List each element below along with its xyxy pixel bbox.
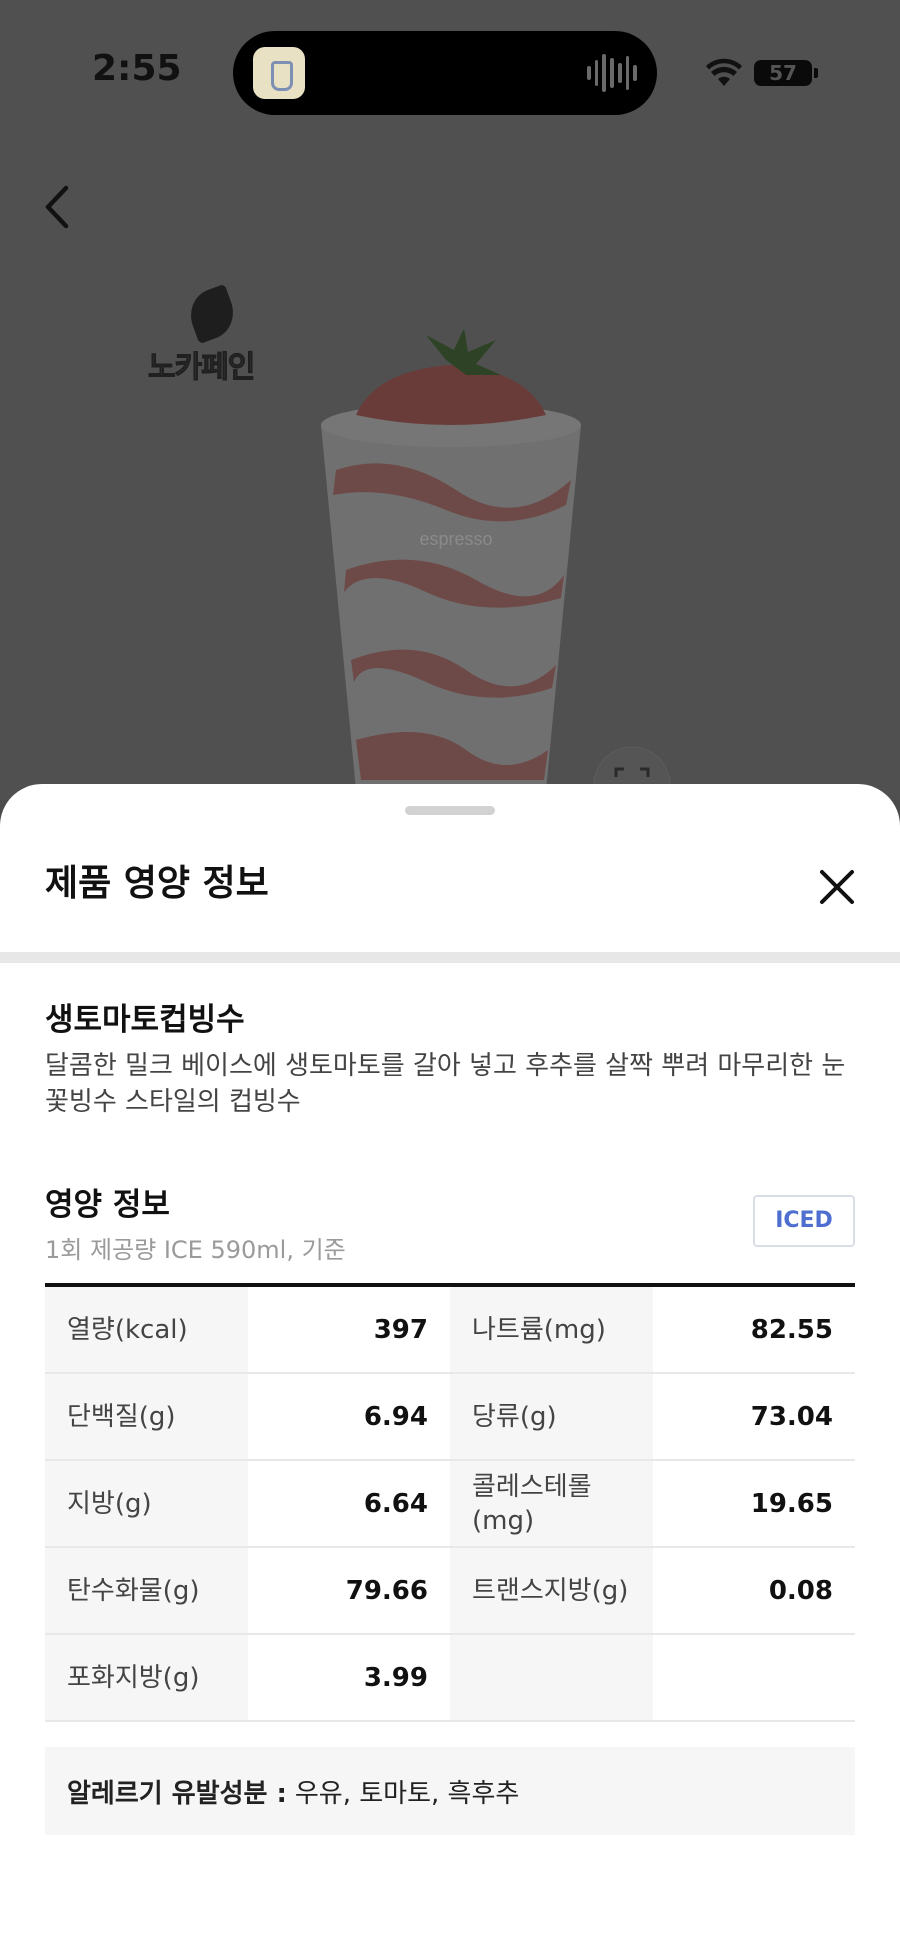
nutrient-value: 82.55 (653, 1287, 855, 1372)
brand-leaf-icon (183, 283, 241, 345)
table-row: 단백질(g) 6.94 당류(g) 73.04 (45, 1374, 855, 1461)
nutrient-label: 포화지방(g) (45, 1635, 248, 1720)
battery-icon: 57 (754, 60, 812, 86)
nutrient-label: 탄수화물(g) (45, 1548, 248, 1633)
nutrient-label: 나트륨(mg) (450, 1287, 653, 1372)
product-description: 달콤한 밀크 베이스에 생토마토를 갈아 넣고 후추를 살짝 뿌려 마무리한 눈… (45, 1051, 846, 1117)
nutrient-value: 6.94 (248, 1374, 450, 1459)
nutrient-value: 397 (248, 1287, 450, 1372)
back-icon[interactable] (38, 182, 78, 232)
sheet-grabber[interactable] (405, 806, 495, 815)
brand-logo: 노카페인 (147, 283, 278, 390)
audio-wave-icon (587, 53, 638, 93)
nutrition-bottom-sheet: 제품 영양 정보 생토마토컵빙수 달콤한 밀크 베이스에 생토마토를 갈아 넣고… (0, 784, 900, 1957)
nutrient-label (450, 1635, 653, 1720)
nutrient-value: 73.04 (653, 1374, 855, 1459)
battery-cap (814, 68, 818, 78)
nutrient-label: 열량(kcal) (45, 1287, 248, 1372)
island-app-icon (253, 47, 305, 99)
nutrient-label: 콜레스테롤(mg) (450, 1461, 653, 1546)
nutrient-value: 79.66 (248, 1548, 450, 1633)
nutrition-title: 영양 정보 (45, 1187, 170, 1223)
nutrient-value: 0.08 (653, 1548, 855, 1633)
product-image: espresso (321, 330, 581, 790)
nutrient-label: 당류(g) (450, 1374, 653, 1459)
nutrient-value: 19.65 (653, 1461, 855, 1546)
nutrient-value (653, 1635, 855, 1720)
temperature-badge: ICED (753, 1195, 855, 1247)
nutrient-label: 단백질(g) (45, 1374, 248, 1459)
status-time: 2:55 (92, 48, 182, 89)
nutrient-value: 3.99 (248, 1635, 450, 1720)
section-divider (0, 952, 900, 963)
table-row: 탄수화물(g) 79.66 트랜스지방(g) 0.08 (45, 1548, 855, 1635)
cup-print: espresso (419, 529, 492, 549)
nutrition-table: 열량(kcal) 397 나트륨(mg) 82.55 단백질(g) 6.94 당… (45, 1283, 855, 1722)
product-name: 생토마토컵빙수 (45, 1002, 245, 1038)
nutrient-label: 지방(g) (45, 1461, 248, 1546)
table-row: 포화지방(g) 3.99 (45, 1635, 855, 1722)
wifi-icon (706, 58, 742, 86)
sheet-title: 제품 영양 정보 (45, 863, 269, 904)
nutrient-value: 6.64 (248, 1461, 450, 1546)
close-icon[interactable] (812, 862, 862, 912)
table-row: 지방(g) 6.64 콜레스테롤(mg) 19.65 (45, 1461, 855, 1548)
dynamic-island (233, 31, 657, 115)
allergy-value: 우유, 토마토, 흑후추 (294, 1778, 520, 1809)
brand-name: 노카페인 (147, 350, 255, 386)
allergy-label: 알레르기 유발성분 : (67, 1778, 287, 1809)
allergy-info: 알레르기 유발성분 : 우유, 토마토, 흑후추 (45, 1747, 855, 1835)
product-detail-background: 2:55 57 노카페인 espresso (0, 0, 900, 800)
table-row: 열량(kcal) 397 나트륨(mg) 82.55 (45, 1287, 855, 1374)
serving-size: 1회 제공량 ICE 590ml, 기준 (45, 1236, 346, 1264)
nutrient-label: 트랜스지방(g) (450, 1548, 653, 1633)
